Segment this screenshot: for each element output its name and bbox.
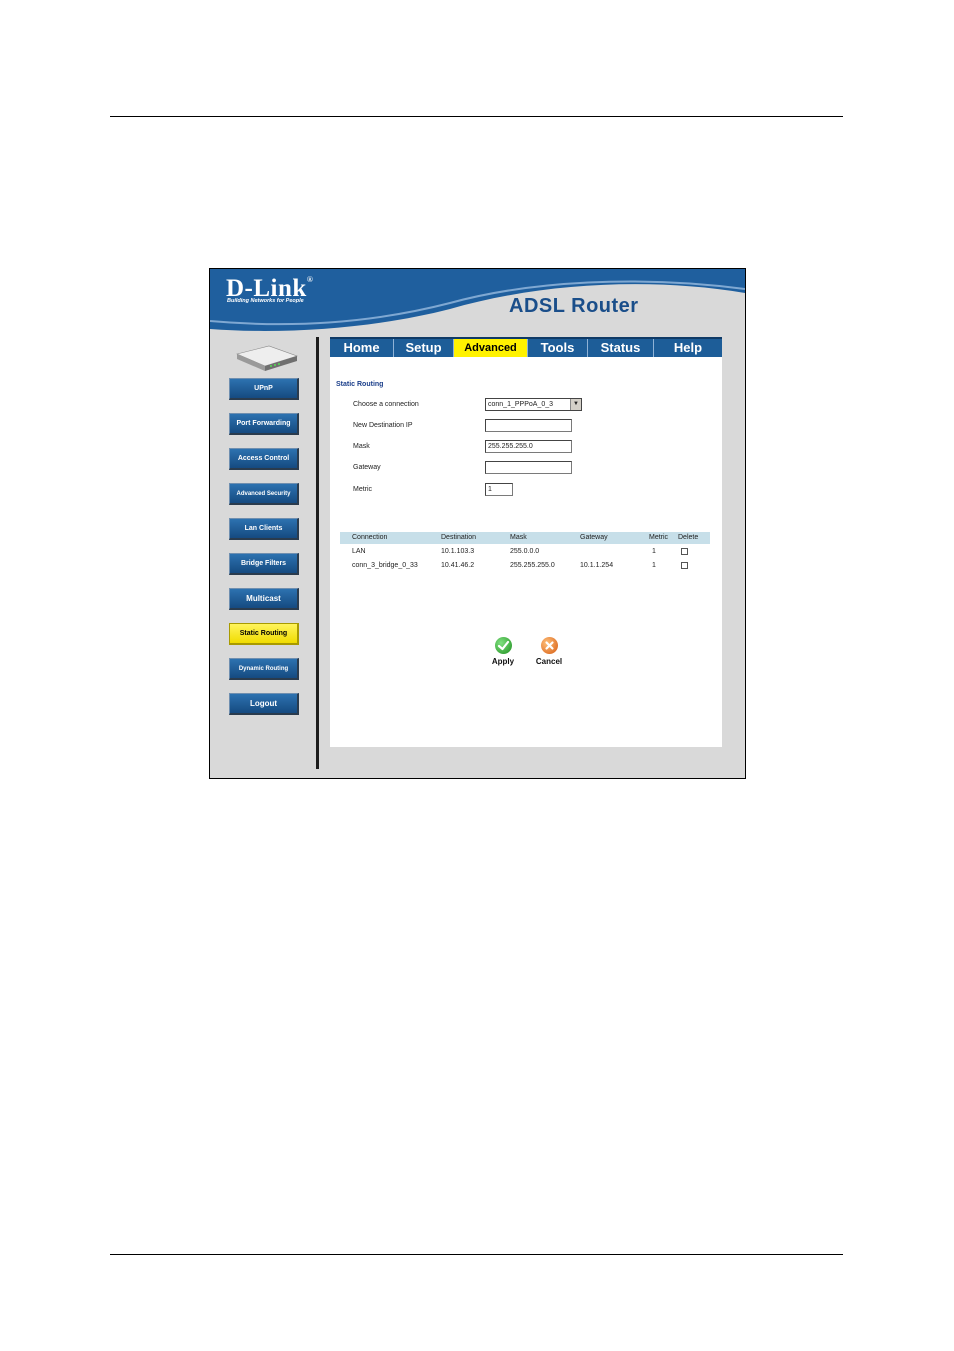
sidebar-item-multicast[interactable]: Multicast bbox=[229, 588, 299, 610]
cell-metric: 1 bbox=[652, 548, 656, 555]
cell-mask: 255.255.255.0 bbox=[510, 562, 555, 569]
tab-label: Tools bbox=[540, 340, 575, 355]
connection-select-value: conn_1_PPPoA_0_3 bbox=[488, 401, 553, 408]
router-device-icon bbox=[236, 345, 298, 371]
metric-label: Metric bbox=[353, 486, 373, 493]
product-title: ADSL Router bbox=[509, 295, 639, 317]
chevron-down-icon[interactable]: ▼ bbox=[570, 399, 581, 410]
bottom-rule bbox=[110, 1254, 843, 1255]
sidebar-item-label: Port Forwarding bbox=[236, 420, 291, 427]
cell-destination: 10.1.103.3 bbox=[441, 548, 475, 555]
destination-ip-input[interactable] bbox=[485, 419, 572, 432]
sidebar-item-upnp[interactable]: UPnP bbox=[229, 378, 299, 400]
sidebar-item-label: Multicast bbox=[246, 594, 281, 603]
cancel-label: Cancel bbox=[535, 657, 563, 666]
header-destination: Destination bbox=[441, 534, 477, 541]
cancel-x-icon bbox=[540, 637, 558, 654]
sidebar-item-label: Bridge Filters bbox=[240, 560, 287, 567]
table-row: conn_3_bridge_0_33 10.41.46.2 255.255.25… bbox=[340, 561, 710, 573]
gateway-input[interactable] bbox=[485, 461, 572, 474]
delete-checkbox[interactable] bbox=[681, 562, 688, 569]
content-panel: Static Routing Choose a connection conn_… bbox=[330, 357, 722, 747]
sidebar-item-bridge-filters[interactable]: Bridge Filters bbox=[229, 553, 299, 575]
sidebar-item-label: Access Control bbox=[237, 455, 290, 462]
router-screenshot: D-Link® Building Networks for People ADS… bbox=[209, 268, 746, 779]
sidebar-item-label: Advanced Security bbox=[236, 491, 291, 497]
tab-label: Status bbox=[600, 340, 641, 355]
tab-label: Home bbox=[343, 340, 380, 355]
mask-input[interactable] bbox=[485, 440, 572, 453]
header-metric: Metric bbox=[649, 534, 669, 541]
tab-label: Advanced bbox=[464, 342, 517, 354]
sidebar-item-label: Static Routing bbox=[239, 630, 288, 637]
delete-checkbox[interactable] bbox=[681, 548, 688, 555]
sidebar-item-port-forwarding[interactable]: Port Forwarding bbox=[229, 413, 299, 435]
tab-home[interactable]: Home bbox=[330, 339, 394, 357]
cell-metric: 1 bbox=[652, 562, 656, 569]
sidebar-item-label: Lan Clients bbox=[244, 525, 283, 532]
logo-tagline: Building Networks for People bbox=[227, 298, 304, 304]
connection-label: Choose a connection bbox=[353, 401, 419, 408]
sidebar-item-advanced-security[interactable]: Advanced Security bbox=[229, 483, 299, 505]
sidebar-item-label: Dynamic Routing bbox=[238, 666, 289, 672]
metric-input[interactable] bbox=[485, 483, 513, 496]
table-row: LAN 10.1.103.3 255.0.0.0 1 bbox=[340, 547, 710, 559]
table-header: Connection Destination Mask Gateway Metr… bbox=[340, 532, 710, 544]
cell-connection: LAN bbox=[352, 548, 366, 555]
header-connection: Connection bbox=[352, 534, 388, 541]
section-title: Static Routing bbox=[336, 381, 384, 388]
tab-label: Setup bbox=[405, 340, 442, 355]
tab-label: Help bbox=[673, 340, 703, 355]
connection-select[interactable]: conn_1_PPPoA_0_3 ▼ bbox=[485, 398, 582, 411]
cancel-button[interactable]: Cancel bbox=[529, 637, 569, 666]
header-banner: D-Link® Building Networks for People ADS… bbox=[210, 269, 745, 331]
tab-tools[interactable]: Tools bbox=[528, 339, 588, 357]
tab-bar: Home Setup Advanced Tools Status Help bbox=[330, 337, 722, 357]
sidebar-item-logout[interactable]: Logout bbox=[229, 693, 299, 715]
sidebar-item-lan-clients[interactable]: Lan Clients bbox=[229, 518, 299, 540]
sidebar-item-static-routing[interactable]: Static Routing bbox=[229, 623, 299, 645]
registered-mark: ® bbox=[306, 275, 314, 284]
sidebar-item-dynamic-routing[interactable]: Dynamic Routing bbox=[229, 658, 299, 680]
header-mask: Mask bbox=[510, 534, 527, 541]
cell-destination: 10.41.46.2 bbox=[441, 562, 475, 569]
apply-button[interactable]: Apply bbox=[483, 637, 523, 666]
cell-connection: conn_3_bridge_0_33 bbox=[352, 562, 418, 569]
sidebar-item-access-control[interactable]: Access Control bbox=[229, 448, 299, 470]
header-delete: Delete bbox=[678, 534, 699, 541]
header-gateway: Gateway bbox=[580, 534, 608, 541]
tab-setup[interactable]: Setup bbox=[394, 339, 454, 357]
tab-help[interactable]: Help bbox=[654, 339, 722, 357]
destination-ip-label: New Destination IP bbox=[353, 422, 413, 429]
tab-status[interactable]: Status bbox=[588, 339, 654, 357]
sidebar-item-label: UPnP bbox=[254, 385, 273, 392]
tab-advanced[interactable]: Advanced bbox=[454, 339, 528, 357]
apply-label: Apply bbox=[491, 657, 515, 666]
cell-mask: 255.0.0.0 bbox=[510, 548, 540, 555]
cell-gateway: 10.1.1.254 bbox=[580, 562, 614, 569]
footer-strip bbox=[330, 747, 722, 769]
sidebar-divider bbox=[316, 337, 319, 769]
sidebar-item-label: Logout bbox=[249, 699, 278, 708]
top-rule bbox=[110, 116, 843, 117]
checkmark-icon bbox=[494, 637, 512, 654]
gateway-label: Gateway bbox=[353, 464, 381, 471]
mask-label: Mask bbox=[353, 443, 370, 450]
